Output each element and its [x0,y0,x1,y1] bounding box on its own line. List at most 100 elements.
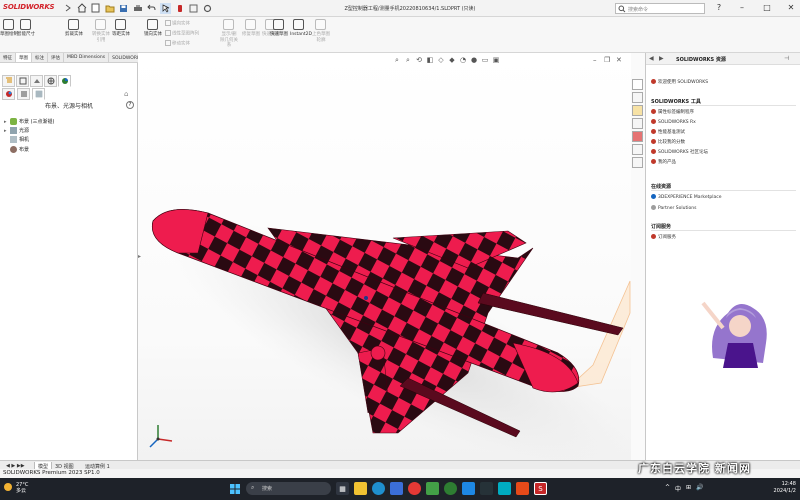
link-community-forum[interactable]: SOLIDWORKS 社区论坛 [651,149,708,155]
chrome-icon[interactable] [408,482,421,495]
link-marketplace[interactable]: 3DEXPERIENCE Marketplace [651,194,721,200]
tree-item-walkthrough[interactable]: 布景 [4,146,29,153]
mirror-small-item[interactable]: 镜向实体 [165,20,190,27]
repair-sketch-button[interactable]: 修复草图 [242,17,260,51]
link-my-products[interactable]: 我的产品 [651,159,676,165]
tab-mbd-dimensions[interactable]: MBD Dimensions [64,53,110,62]
shaded-contours-icon [315,19,326,30]
maximize-button[interactable]: □ [760,2,774,14]
office-icon[interactable] [516,482,529,495]
nose-cone [151,209,209,254]
solidworks-taskbar-icon[interactable]: S [534,482,547,495]
divider [651,105,796,106]
display-relations-button[interactable]: 显示/删除几何关系 [220,17,238,51]
graphics-area[interactable]: ⌕ ⌕ ⟲ ◧ ◇ ◆ ◔ ● ▭ ▣ – ❐ ✕ ▸ [138,53,631,460]
app-logo[interactable]: SOLIDWORKS [3,3,55,11]
resources-home-icon[interactable] [632,79,643,90]
tree-item-scene[interactable]: ▸ 布景 (三点渐褪) [4,118,55,125]
rapid-sketch-button[interactable]: 快速草图 [270,17,288,51]
steam-icon[interactable] [480,482,493,495]
volume-icon[interactable]: 🔊 [696,484,703,493]
feature-manager-panel: ⌂ 布景、光源与相机 ? ▸ 布景 (三点渐褪) ▸ 光源 相机 布景 [0,63,138,460]
undo-icon[interactable] [146,3,157,14]
back-icon[interactable]: ◀ [649,55,654,62]
design-library-icon[interactable] [632,92,643,103]
save-icon[interactable] [118,3,129,14]
scene-view-button[interactable] [32,88,45,100]
wechat-icon[interactable] [444,482,457,495]
scene-grid-icon [35,90,42,98]
options-gear-icon[interactable] [202,3,213,14]
input-method-icon[interactable]: 中 [675,484,681,493]
start-windows-icon[interactable] [228,482,241,495]
link-solidworks-rx[interactable]: SOLIDWORKS Rx [651,119,696,125]
app-icon[interactable] [426,482,439,495]
close-button[interactable]: ✕ [784,2,798,14]
file-properties-icon[interactable] [188,3,199,14]
anime-character-sticker [701,301,767,368]
offset-icon [115,19,126,30]
help-icon[interactable]: ? [126,101,134,109]
featuremanager-tab[interactable] [2,75,15,87]
tab-markup[interactable]: 标注 [32,53,48,62]
pin-icon[interactable]: ⊣ [784,55,789,62]
link-performance-benchmark[interactable]: 性能基准测试 [651,129,685,135]
widgets-icon[interactable]: ▦ [336,482,349,495]
tab-sketch[interactable]: 草图 [16,53,32,62]
appearances-scenes-icon[interactable] [632,131,643,142]
move-entities-small-item[interactable]: 移动实体 [165,40,190,47]
displaymanager-tab[interactable] [58,75,71,87]
link-partner-solutions[interactable]: Partner Solutions [651,205,696,211]
configurationmanager-tab[interactable] [30,75,43,87]
select-icon[interactable] [160,2,171,14]
sketch-button[interactable]: 草图绘制 [0,17,18,51]
edge-browser-icon[interactable] [372,482,385,495]
solidworks-forum-icon[interactable] [632,157,643,168]
tray-overflow-icon[interactable]: ^ [665,484,670,493]
decals-view-button[interactable] [17,88,30,100]
tree-item-lights[interactable]: ▸ 光源 [4,127,29,134]
tab-evaluate[interactable]: 评估 [48,53,64,62]
dimxpert-tab[interactable] [44,75,57,87]
rebuild-icon[interactable] [174,3,185,14]
link-compare-scores[interactable]: 比较我的分数 [651,139,685,145]
custom-properties-icon[interactable] [632,144,643,155]
taskbar-search[interactable]: ⌕ 搜索 [246,482,331,495]
minimize-button[interactable]: – [735,2,749,14]
search-commands-input[interactable]: 搜索命令 [615,3,705,14]
propertymanager-tab[interactable] [16,75,29,87]
appearance-view-button[interactable] [2,88,15,100]
trim-entities-button[interactable]: 剪裁实体 [65,17,83,51]
home-icon[interactable] [76,3,87,14]
link-property-tab-builder[interactable]: 属性标签编制程序 [651,109,694,115]
network-icon[interactable]: ⊞ [686,484,691,493]
qq-icon[interactable] [462,482,475,495]
expand-menu-icon[interactable] [62,3,73,14]
forward-icon[interactable]: ▶ [659,55,664,62]
instant2d-button[interactable]: Instant2D [290,17,312,51]
clock[interactable]: 12:48 2024/1/2 [760,481,796,495]
tree-item-cameras[interactable]: 相机 [4,136,29,143]
new-file-icon[interactable] [90,3,101,14]
tab-features[interactable]: 特征 [0,53,16,62]
link-subscription-services[interactable]: 订阅服务 [651,234,676,240]
print-icon[interactable] [132,3,143,14]
view-palette-icon[interactable] [632,118,643,129]
reference-triad [149,425,173,448]
convert-entities-button[interactable]: 转换实体引用 [92,17,110,51]
welcome-link[interactable]: 欢迎使用 SOLIDWORKS [651,79,708,85]
linear-pattern-small-item[interactable]: 线性草图阵列 [165,30,199,37]
filter-icon[interactable]: ⌂ [124,90,128,98]
offset-entities-button[interactable]: 等距实体 [112,17,130,51]
open-folder-icon[interactable] [104,3,115,14]
smart-dimension-button[interactable]: 智能尺寸 [17,17,35,51]
file-explorer-icon[interactable] [354,482,367,495]
file-explorer-icon[interactable] [632,105,643,116]
mirror-button[interactable]: 镜向实体 [144,17,162,51]
subscription-icon [651,234,656,239]
help-button[interactable]: ? [712,2,726,14]
media-icon[interactable] [498,482,511,495]
shaded-sketch-contours-button[interactable]: 上色草图轮廓 [312,17,330,51]
jet-model[interactable] [138,53,631,460]
store-icon[interactable] [390,482,403,495]
